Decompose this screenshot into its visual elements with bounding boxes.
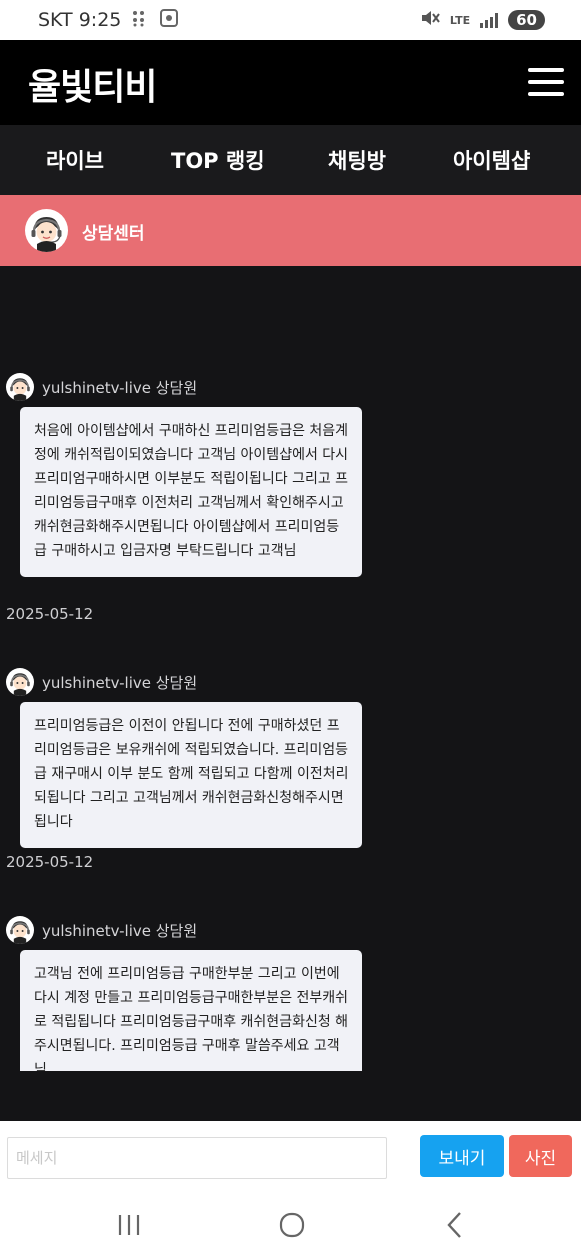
status-clock: SKT 9:25 <box>38 9 121 31</box>
sender-name: yulshinetv-live 상담원 <box>42 673 198 692</box>
agent-avatar-icon <box>6 668 34 696</box>
message-date: 2025-05-12 <box>6 605 94 623</box>
nav-item-top-ranking[interactable]: TOP 랭킹 <box>171 145 265 175</box>
main-nav: 라이브 TOP 랭킹 채팅방 아이템샵 <box>0 125 581 195</box>
message-input[interactable] <box>7 1137 387 1179</box>
message-composer: 보내기 사진 <box>0 1121 581 1191</box>
app-title[interactable]: 율빛티비 <box>28 58 157 110</box>
app-header: 율빛티비 <box>0 40 581 125</box>
system-nav-bar <box>0 1191 581 1260</box>
agent-avatar-icon <box>6 916 34 944</box>
support-banner: 상담센터 <box>0 195 581 266</box>
carrier-label: SKT <box>38 9 73 31</box>
signal-icon <box>480 12 499 28</box>
status-left: SKT 9:25 <box>38 8 179 32</box>
nav-item-item-shop[interactable]: 아이템샵 <box>453 145 530 175</box>
sender-name: yulshinetv-live 상담원 <box>42 921 198 940</box>
nav-item-live[interactable]: 라이브 <box>46 145 104 175</box>
message-bubble: 고객님 전에 프리미엄등급 구매한부분 그리고 이번에 다시 계정 만들고 프리… <box>20 950 362 1071</box>
back-icon[interactable] <box>444 1203 466 1251</box>
agent-avatar-icon <box>25 209 68 252</box>
chat-messages[interactable]: yulshinetv-live 상담원 처음에 아이템샵에서 구매하신 프리미엄… <box>0 266 581 1071</box>
message-bubble: 프리미엄등급은 이전이 안됩니다 전에 구매하셨던 프리미엄등급은 보유캐쉬에 … <box>20 702 362 848</box>
message-header: yulshinetv-live 상담원 <box>6 916 197 944</box>
photo-button[interactable]: 사진 <box>509 1135 572 1177</box>
battery-indicator: 60 <box>508 10 545 30</box>
screenshot-icon <box>159 8 179 32</box>
status-right: LTE 60 <box>420 9 545 31</box>
message-date: 2025-05-12 <box>6 853 94 871</box>
status-bar: SKT 9:25 LTE 60 <box>0 0 581 40</box>
recent-apps-icon[interactable] <box>116 1203 142 1251</box>
mute-icon <box>420 9 440 31</box>
network-label: LTE <box>449 13 471 27</box>
time-label: 9:25 <box>78 9 122 31</box>
banner-title: 상담센터 <box>82 224 145 244</box>
message-header: yulshinetv-live 상담원 <box>6 373 197 401</box>
message-bubble: 처음에 아이템샵에서 구매하신 프리미엄등급은 처음계정에 캐쉬적립이되였습니다… <box>20 407 362 577</box>
hamburger-menu-icon[interactable] <box>528 68 564 96</box>
send-button[interactable]: 보내기 <box>420 1135 504 1177</box>
home-icon[interactable] <box>278 1203 306 1251</box>
nav-item-chat-room[interactable]: 채팅방 <box>328 145 386 175</box>
agent-avatar-icon <box>6 373 34 401</box>
dots-grid-icon <box>131 9 149 31</box>
chat-footer-spacer <box>0 1071 581 1121</box>
message-header: yulshinetv-live 상담원 <box>6 668 197 696</box>
sender-name: yulshinetv-live 상담원 <box>42 378 198 397</box>
